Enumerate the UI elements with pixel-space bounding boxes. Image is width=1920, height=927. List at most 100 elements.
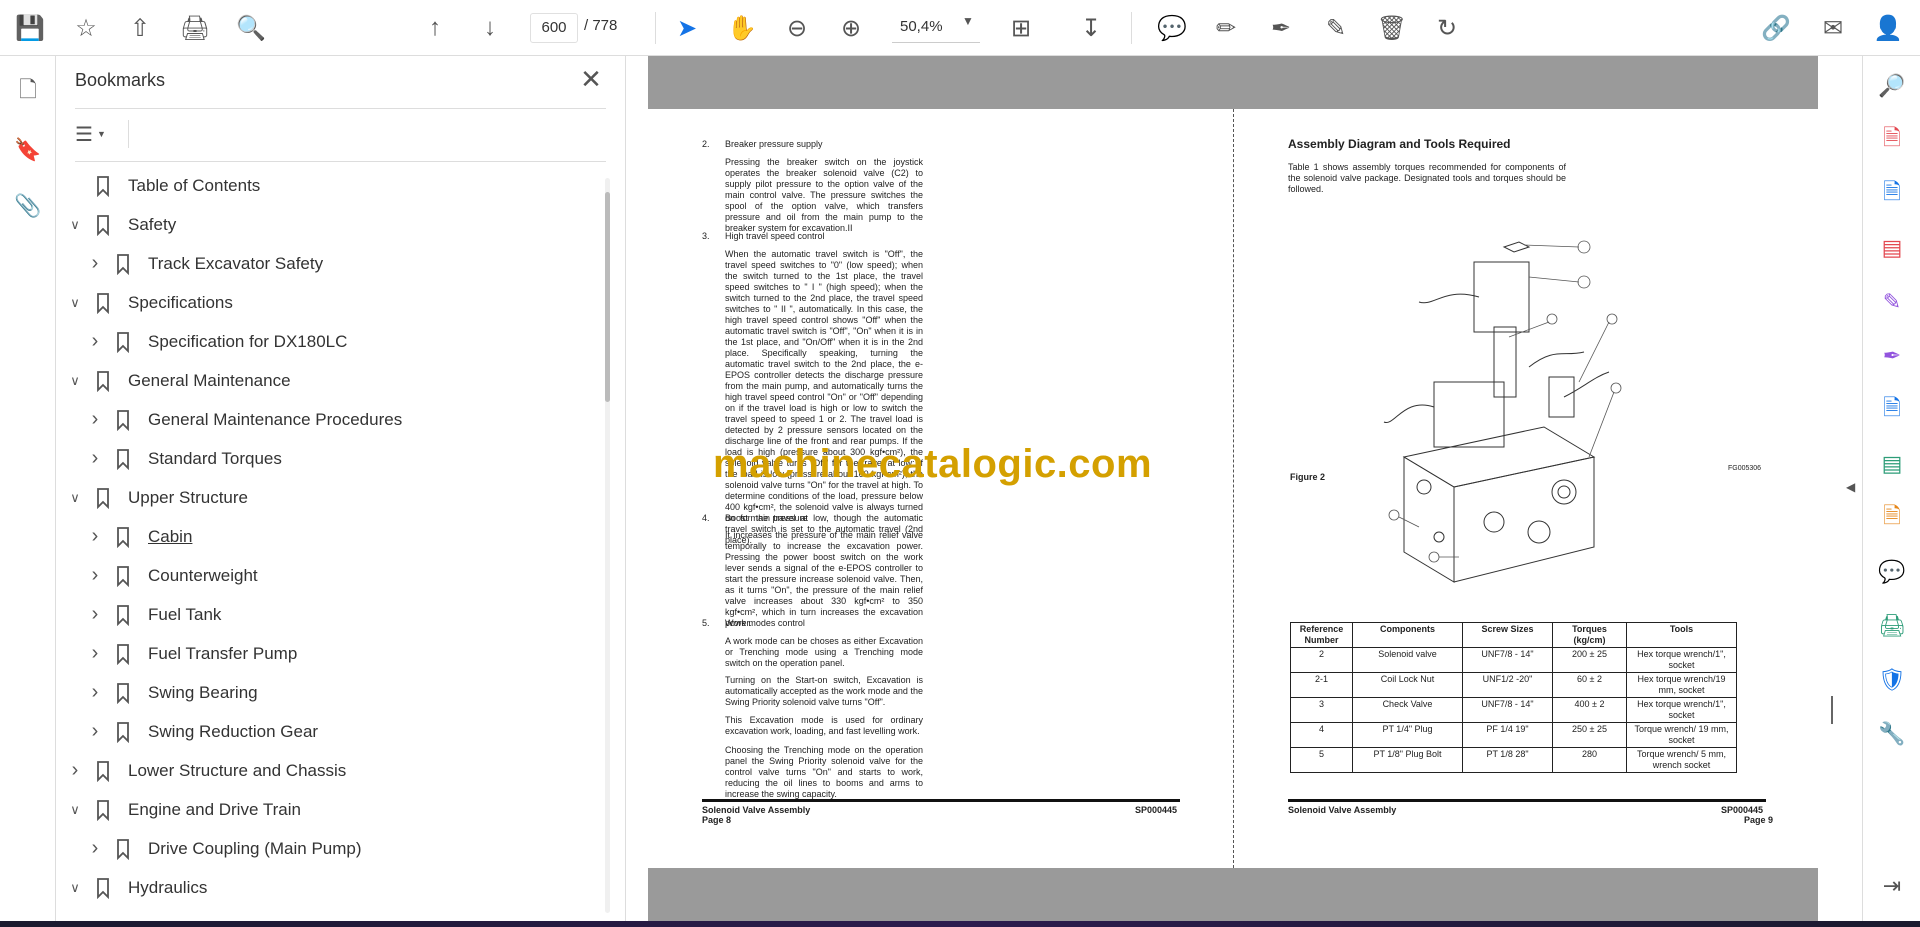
account-icon[interactable]: 👤: [1868, 8, 1908, 48]
chevron-right-icon[interactable]: ›: [84, 642, 106, 665]
footer-rule: [702, 799, 1180, 802]
figure-code: FG005306: [1728, 465, 1762, 472]
bookmark-item[interactable]: ∨ Hydraulics: [64, 868, 207, 907]
bookmark-item[interactable]: › Drive Coupling (Main Pump): [84, 829, 362, 868]
table-row: 4 PT 1/4" Plug PF 1/4 19" 250 ± 25 Torque wr…: [1290, 722, 1737, 748]
chevron-down-icon[interactable]: ∨: [64, 295, 86, 311]
section-number: 4.: [702, 513, 710, 523]
footer-code: SP000445: [1721, 805, 1764, 815]
fit-page-icon[interactable]: ⊞: [1001, 8, 1041, 48]
scrollbar-thumb[interactable]: [1831, 696, 1833, 724]
bookmark-item[interactable]: ∨ Engine and Drive Train: [64, 790, 301, 829]
page-up-icon[interactable]: ↑: [415, 8, 455, 48]
scroll-mode-icon[interactable]: ↧: [1071, 8, 1111, 48]
close-icon[interactable]: ✕: [576, 64, 606, 94]
table-cell: 400 ± 2: [1552, 697, 1627, 723]
chevron-right-icon[interactable]: ›: [84, 330, 106, 353]
chevron-right-icon[interactable]: ›: [84, 603, 106, 626]
export-pdf-icon[interactable]: 🗎: [1872, 120, 1912, 160]
select-arrow-icon[interactable]: ➤: [667, 8, 707, 48]
rotate-icon[interactable]: ↻: [1427, 8, 1467, 48]
bookmark-item[interactable]: › General Maintenance Procedures: [84, 400, 402, 439]
comment-icon[interactable]: 💬: [1152, 8, 1192, 48]
fill-sign-icon[interactable]: ✒: [1872, 336, 1912, 376]
request-signatures-icon[interactable]: ✎: [1872, 282, 1912, 322]
print-production-icon[interactable]: 🖨: [1872, 606, 1912, 646]
bookmark-label: Specification for DX180LC: [148, 331, 348, 351]
bookmark-item[interactable]: › Lower Structure and Chassis: [64, 751, 346, 790]
bookmark-item[interactable]: › Track Excavator Safety: [84, 244, 323, 283]
mail-icon[interactable]: ✉: [1813, 8, 1853, 48]
bookmark-item[interactable]: Table of Contents: [64, 166, 260, 205]
chevron-right-icon[interactable]: ›: [84, 564, 106, 587]
chevron-down-icon[interactable]: ∨: [64, 373, 86, 389]
create-pdf-icon[interactable]: 🗎: [1872, 174, 1912, 214]
share-link-icon[interactable]: 🔗: [1756, 8, 1796, 48]
zoom-out-icon[interactable]: ⊖: [777, 8, 817, 48]
bookmark-label: Lower Structure and Chassis: [128, 760, 347, 780]
bookmark-item[interactable]: › Fuel Tank: [84, 595, 221, 634]
page-number-input[interactable]: 600: [530, 13, 578, 43]
bookmark-item[interactable]: ∨ Upper Structure: [64, 478, 248, 517]
zoom-in-icon[interactable]: ⊕: [831, 8, 871, 48]
bookmark-item[interactable]: › Swing Bearing: [84, 673, 258, 712]
chevron-right-icon[interactable]: ›: [84, 447, 106, 470]
bookmark-item[interactable]: › Cabin: [84, 517, 192, 556]
bookmark-item[interactable]: › Swing Reduction Gear: [84, 712, 318, 751]
export-file-icon[interactable]: 🗎: [1872, 498, 1912, 538]
pages-thumbnail-icon[interactable]: 🗋: [8, 72, 48, 112]
send-review-icon[interactable]: 🗎: [1872, 390, 1912, 430]
edit-icon[interactable]: ✎: [1316, 8, 1356, 48]
more-tools-icon[interactable]: 🔧: [1872, 714, 1912, 754]
sign-icon[interactable]: ✒: [1261, 8, 1301, 48]
top-toolbar: 💾 ☆ ⇧ 🖨 🔍 ↑ ↓ 600 / 778 ➤ ✋ ⊖ ⊕ 50,4% ▼ …: [0, 0, 1920, 56]
bookmark-options-button[interactable]: ☰ ▼: [75, 118, 119, 150]
chevron-right-icon[interactable]: ›: [84, 252, 106, 275]
organize-pages-icon[interactable]: ▤: [1872, 228, 1912, 268]
chevron-right-icon[interactable]: ›: [84, 837, 106, 860]
comment-tool-icon[interactable]: 💬: [1872, 552, 1912, 592]
star-icon[interactable]: ☆: [66, 8, 106, 48]
bookmark-item[interactable]: › Counterweight: [84, 556, 258, 595]
chevron-right-icon[interactable]: ›: [64, 759, 86, 782]
bookmark-item[interactable]: › Specification for DX180LC: [84, 322, 347, 361]
bookmark-icon: [97, 877, 109, 899]
bookmark-item[interactable]: › Standard Torques: [84, 439, 282, 478]
hand-icon[interactable]: ✋: [722, 8, 762, 48]
chevron-down-icon[interactable]: ∨: [64, 217, 86, 233]
table-cell: UNF7/8 - 14": [1462, 647, 1553, 673]
bookmark-item[interactable]: › Fuel Transfer Pump: [84, 634, 297, 673]
compare-files-icon[interactable]: ▤: [1872, 444, 1912, 484]
print-icon[interactable]: 🖨: [175, 8, 215, 48]
chevron-down-icon[interactable]: ∨: [64, 802, 86, 818]
chevron-down-icon[interactable]: ∨: [64, 490, 86, 506]
zoom-search-icon[interactable]: 🔎: [1872, 66, 1912, 106]
upload-icon[interactable]: ⇧: [120, 8, 160, 48]
bookmark-panel-icon[interactable]: 🔖: [8, 130, 48, 170]
intro-text: Table 1 shows assembly torques recommend…: [1288, 162, 1566, 194]
collapse-rail-icon[interactable]: ⇥: [1872, 866, 1912, 906]
find-icon[interactable]: 🔍: [231, 8, 271, 48]
chevron-right-icon[interactable]: ›: [84, 525, 106, 548]
bookmark-item[interactable]: ∨ Safety: [64, 205, 176, 244]
table-cell: 250 ± 25: [1552, 722, 1627, 748]
bookmark-item[interactable]: ∨ General Maintenance: [64, 361, 291, 400]
chevron-right-icon[interactable]: ›: [84, 681, 106, 704]
table-cell: PT 1/8" Plug Bolt: [1352, 747, 1463, 773]
chevron-right-icon[interactable]: ›: [84, 408, 106, 431]
figure-label: Figure 2: [1290, 472, 1326, 482]
attachment-icon[interactable]: 📎: [8, 186, 48, 226]
bookmarks-panel: Bookmarks ✕ ☰ ▼ Table of Contents ∨ Safety…: [56, 56, 626, 921]
chevron-down-icon[interactable]: ∨: [64, 880, 86, 896]
expand-tools-icon[interactable]: ◀: [1846, 480, 1855, 494]
bookmark-item[interactable]: ∨ Specifications: [64, 283, 233, 322]
save-icon[interactable]: 💾: [10, 8, 50, 48]
page-down-icon[interactable]: ↓: [470, 8, 510, 48]
chevron-down-icon[interactable]: ▼: [962, 14, 974, 28]
scrollbar-thumb[interactable]: [605, 192, 610, 402]
highlight-icon[interactable]: ✏: [1206, 8, 1246, 48]
document-scrollbar[interactable]: [1828, 56, 1840, 921]
protect-icon[interactable]: 🛡: [1872, 660, 1912, 700]
chevron-right-icon[interactable]: ›: [84, 720, 106, 743]
delete-icon[interactable]: 🗑: [1372, 8, 1412, 48]
